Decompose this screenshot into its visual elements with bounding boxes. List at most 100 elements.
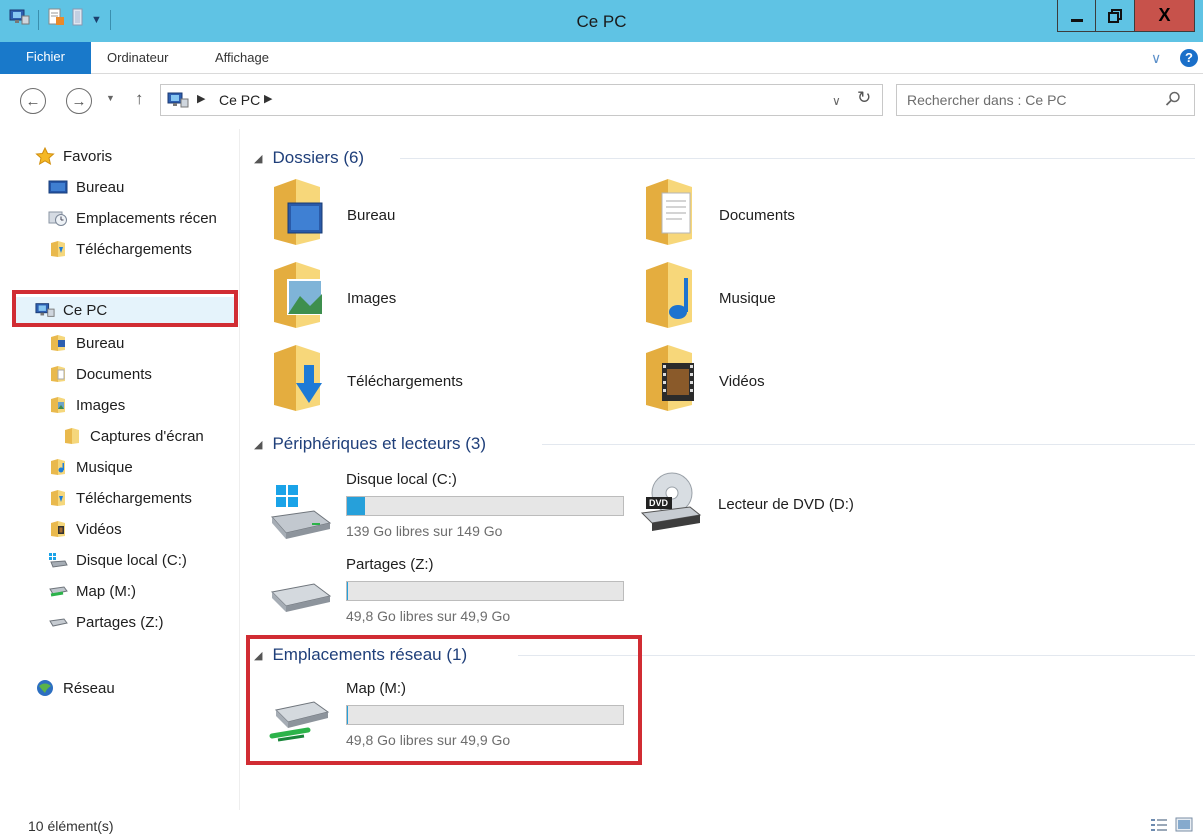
sidebar-item-pc-map-m[interactable]: Map (M:) [48, 578, 136, 604]
drive-free-space: 49,8 Go libres sur 49,9 Go [346, 732, 511, 748]
network-drive-disconnected-icon [48, 613, 68, 631]
sidebar-item-reseau[interactable]: Réseau [35, 675, 115, 701]
network-drive-icon [48, 582, 68, 600]
close-button[interactable]: X [1135, 0, 1195, 32]
expand-ribbon-icon[interactable]: ∨ [1151, 50, 1161, 67]
close-icon: X [1158, 5, 1171, 25]
sidebar-item-pc-images[interactable]: Images [48, 392, 125, 418]
local-disk-icon [268, 483, 332, 544]
videos-folder-icon [48, 520, 68, 538]
tab-ordinateur[interactable]: Ordinateur [107, 42, 168, 74]
minimize-icon [1070, 18, 1083, 22]
downloads-folder-icon [270, 343, 326, 418]
sidebar-item-label: Réseau [63, 679, 115, 697]
address-history-dropdown-icon[interactable]: ∨ [832, 94, 841, 108]
sidebar-item-fav-recent[interactable]: Emplacements récen [48, 205, 217, 231]
restore-button[interactable] [1096, 0, 1135, 32]
status-bar: 10 élément(s) [0, 810, 1203, 839]
sidebar-item-pc-downloads[interactable]: Téléchargements [48, 485, 192, 511]
pictures-folder-icon [270, 260, 326, 335]
up-button[interactable]: ↑ [135, 89, 144, 109]
music-folder-icon [642, 260, 698, 335]
folder-tile-bureau[interactable]: Bureau [270, 177, 570, 257]
details-view-icon[interactable] [1150, 817, 1168, 838]
sidebar-item-pc-captures[interactable]: Captures d'écran [62, 423, 204, 449]
chevron-right-icon[interactable]: ▶ [264, 92, 272, 105]
folder-tile-telechargements[interactable]: Téléchargements [270, 343, 570, 423]
collapse-triangle-icon: ◢ [254, 649, 263, 662]
drive-tile-disque-c[interactable]: Disque local (C:) 139 Go libres sur 149 … [268, 471, 638, 541]
tab-fichier[interactable]: Fichier [0, 42, 91, 74]
group-header-dossiers[interactable]: ◢ Dossiers (6) [254, 146, 364, 170]
tile-label: Téléchargements [347, 373, 463, 390]
drive-label: Lecteur de DVD (D:) [718, 496, 854, 513]
network-drive-icon [268, 696, 332, 751]
back-button[interactable]: ← [20, 88, 46, 114]
sidebar-item-pc-documents[interactable]: Documents [48, 361, 152, 387]
network-drive-disconnected-icon [268, 572, 332, 621]
sidebar-item-pc-partages-z[interactable]: Partages (Z:) [48, 609, 164, 635]
drive-tile-partages-z[interactable]: Partages (Z:) 49,8 Go libres sur 49,9 Go [268, 556, 638, 626]
sidebar-item-label: Captures d'écran [90, 427, 204, 445]
folder-tile-images[interactable]: Images [270, 260, 570, 340]
large-icons-view-icon[interactable] [1175, 817, 1193, 838]
computer-icon [167, 92, 189, 113]
breadcrumb-ce-pc[interactable]: Ce PC [219, 92, 260, 108]
sidebar-item-pc-bureau[interactable]: Bureau [48, 330, 124, 356]
drive-free-space: 49,8 Go libres sur 49,9 Go [346, 608, 511, 624]
chevron-right-icon[interactable]: ▶ [197, 92, 205, 105]
sidebar-item-pc-disque-c[interactable]: Disque local (C:) [48, 547, 187, 573]
sidebar-item-fav-bureau[interactable]: Bureau [48, 174, 124, 200]
sidebar-item-ce-pc[interactable]: Ce PC [14, 297, 236, 323]
refresh-icon[interactable]: ↻ [857, 88, 871, 108]
pictures-folder-icon [48, 396, 68, 414]
sidebar-item-favoris[interactable]: Favoris [35, 143, 112, 169]
folder-tile-documents[interactable]: Documents [642, 177, 942, 257]
group-header-peripheriques[interactable]: ◢ Périphériques et lecteurs (3) [254, 432, 486, 456]
drive-info: Map (M:) 49,8 Go libres sur 49,9 Go [346, 680, 636, 750]
search-box[interactable]: Rechercher dans : Ce PC [896, 84, 1195, 116]
sidebar-item-pc-musique[interactable]: Musique [48, 454, 133, 480]
folder-tile-videos[interactable]: Vidéos [642, 343, 942, 423]
group-header-emplacements-reseau[interactable]: ◢ Emplacements réseau (1) [254, 643, 467, 667]
sidebar-item-label: Téléchargements [76, 240, 192, 258]
search-input[interactable]: Rechercher dans : Ce PC [907, 92, 1067, 108]
group-divider [542, 444, 1195, 445]
group-title: Périphériques et lecteurs (3) [272, 434, 487, 453]
sidebar-item-label: Documents [76, 365, 152, 383]
downloads-folder-icon [48, 240, 68, 258]
drive-info: Partages (Z:) 49,8 Go libres sur 49,9 Go [346, 556, 636, 626]
sidebar-item-pc-videos[interactable]: Vidéos [48, 516, 122, 542]
address-bar[interactable]: ▶ Ce PC ▶ [160, 84, 883, 116]
search-icon[interactable] [1165, 91, 1181, 112]
folder-icon [62, 427, 82, 445]
drive-tile-dvd[interactable]: DVD Lecteur de DVD (D:) [640, 471, 940, 541]
arrow-left-icon: ← [25, 92, 41, 110]
sidebar-item-label: Images [76, 396, 126, 414]
desktop-icon [48, 178, 68, 196]
drive-usage-fill [347, 706, 348, 724]
help-icon[interactable]: ? [1180, 49, 1198, 67]
network-icon [35, 679, 55, 697]
drive-label: Disque local (C:) [346, 471, 457, 488]
sidebar-item-label: Bureau [76, 334, 125, 352]
drive-usage-bar [346, 496, 624, 516]
drive-usage-fill [347, 582, 348, 600]
sidebar-item-fav-downloads[interactable]: Téléchargements [48, 236, 192, 262]
folder-tile-musique[interactable]: Musique [642, 260, 942, 340]
sidebar-item-label: Favoris [63, 147, 113, 165]
minimize-button[interactable] [1057, 0, 1096, 32]
sidebar-item-label: Map (M:) [76, 582, 136, 600]
sidebar-item-label: Téléchargements [76, 489, 192, 507]
drive-tile-map-m[interactable]: Map (M:) 49,8 Go libres sur 49,9 Go [268, 680, 638, 750]
tile-label: Documents [719, 207, 795, 224]
recent-locations-dropdown[interactable]: ▼ [106, 93, 115, 103]
drive-usage-fill [347, 497, 366, 515]
sidebar-item-label: Emplacements récen [76, 209, 217, 227]
tab-affichage[interactable]: Affichage [215, 42, 269, 74]
forward-button[interactable]: → [66, 88, 92, 114]
computer-icon [35, 301, 55, 319]
desktop-folder-icon [270, 177, 326, 252]
sidebar-item-label: Vidéos [76, 520, 122, 538]
arrow-right-icon: → [71, 92, 87, 110]
